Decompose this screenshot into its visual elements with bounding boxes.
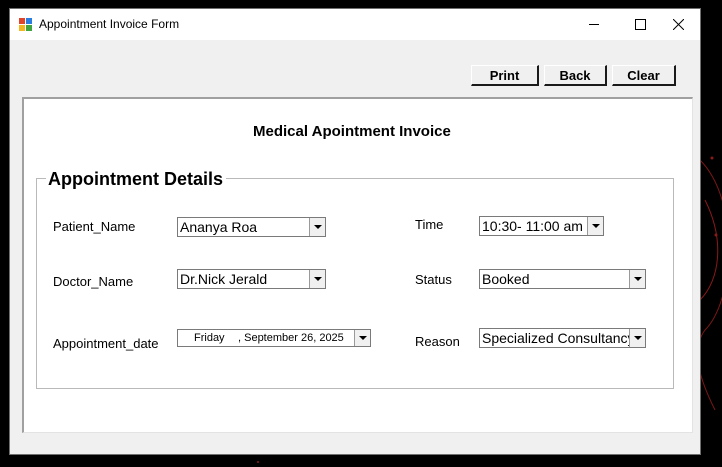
- maximize-icon: [634, 19, 646, 30]
- reason-combo[interactable]: Specialized Consultancy: [479, 328, 646, 348]
- time-dropdown-button[interactable]: [587, 217, 603, 235]
- status-dropdown-button[interactable]: [629, 270, 645, 288]
- appointment-details-group: Appointment Details Patient_Name Ananya …: [36, 169, 674, 389]
- group-title: Appointment Details: [46, 169, 227, 190]
- time-value: 10:30- 11:00 am: [482, 218, 583, 234]
- patient-name-label: Patient_Name: [53, 219, 136, 234]
- print-button[interactable]: Print: [471, 65, 539, 86]
- reason-label: Reason: [415, 334, 460, 349]
- chevron-down-icon: [313, 277, 322, 281]
- patient-name-combo[interactable]: Ananya Roa: [177, 217, 326, 237]
- status-label: Status: [415, 272, 452, 287]
- appointment-date-label: Appointment_date: [53, 336, 159, 351]
- doctor-name-dropdown-button[interactable]: [309, 270, 325, 288]
- app-window: Appointment Invoice Form Print Back Clea…: [9, 8, 701, 455]
- doctor-name-combo[interactable]: Dr.Nick Jerald: [177, 269, 326, 289]
- appointment-date-picker[interactable]: Friday , September 26, 2025: [177, 329, 371, 347]
- reason-dropdown-button[interactable]: [629, 329, 645, 347]
- close-icon: [672, 19, 684, 30]
- doctor-name-value: Dr.Nick Jerald: [180, 271, 268, 287]
- doctor-name-label: Doctor_Name: [53, 274, 134, 289]
- minimize-button[interactable]: [571, 9, 617, 40]
- date-dropdown-button[interactable]: [354, 330, 370, 346]
- app-icon: [19, 18, 32, 31]
- invoice-heading: Medical Apointment Invoice: [253, 123, 451, 140]
- chevron-down-icon: [633, 277, 642, 281]
- chevron-down-icon: [358, 336, 367, 340]
- window-title: Appointment Invoice Form: [39, 17, 180, 31]
- chevron-down-icon: [591, 224, 600, 228]
- appointment-date-day: Friday: [194, 332, 225, 344]
- time-label: Time: [415, 217, 444, 232]
- appointment-date-value: , September 26, 2025: [238, 332, 344, 344]
- minimize-icon: [589, 24, 599, 25]
- chevron-down-icon: [313, 225, 322, 229]
- status-value: Booked: [482, 271, 530, 287]
- status-combo[interactable]: Booked: [479, 269, 646, 289]
- patient-name-value: Ananya Roa: [180, 219, 258, 235]
- back-button[interactable]: Back: [544, 65, 607, 86]
- invoice-panel: Medical Apointment Invoice Appointment D…: [22, 97, 693, 433]
- chevron-down-icon: [633, 336, 642, 340]
- patient-name-dropdown-button[interactable]: [309, 218, 325, 236]
- title-bar[interactable]: Appointment Invoice Form: [10, 9, 700, 40]
- time-combo[interactable]: 10:30- 11:00 am: [479, 216, 604, 236]
- close-button[interactable]: [655, 9, 701, 40]
- clear-button[interactable]: Clear: [612, 65, 676, 86]
- reason-value: Specialized Consultancy: [482, 330, 635, 346]
